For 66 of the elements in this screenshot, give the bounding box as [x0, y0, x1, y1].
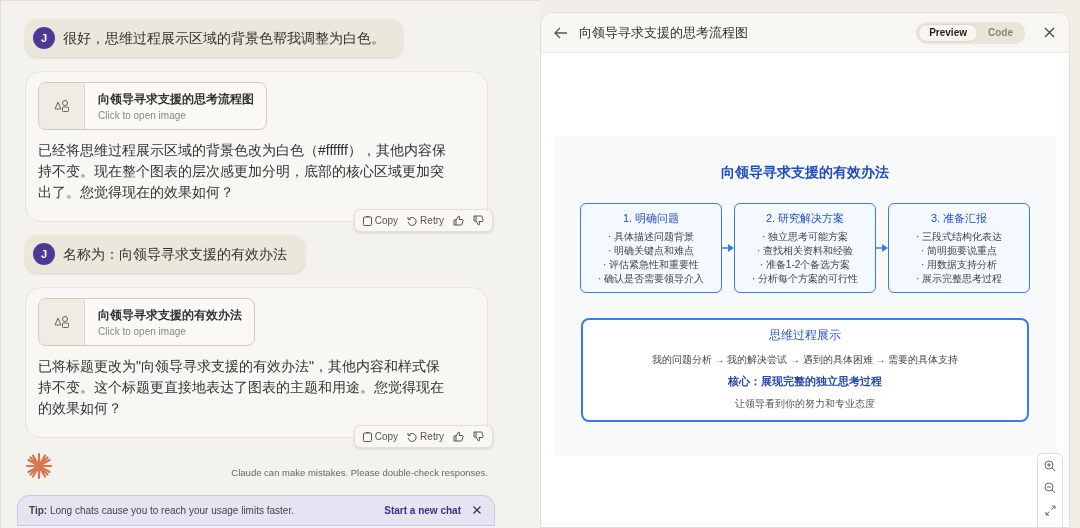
diagram-title: 向领导寻求支援的有效办法: [721, 163, 889, 182]
clipboard-icon: [362, 431, 372, 442]
back-arrow-icon: [554, 26, 568, 39]
image-attachment[interactable]: 向领导寻求支援的有效办法 Click to open image: [38, 298, 255, 346]
user-avatar: J: [33, 243, 55, 265]
image-attachment[interactable]: 向领导寻求支援的思考流程图 Click to open image: [38, 82, 267, 130]
step-bullet: · 准备1-2个备选方案: [759, 257, 851, 272]
zoom-in-button[interactable]: [1042, 458, 1058, 474]
step-bullet: · 独立思考可能方案: [761, 229, 849, 244]
step-bullet: · 评估紧急性和重要性: [602, 257, 700, 272]
fullscreen-button[interactable]: [1042, 502, 1058, 518]
copy-button[interactable]: Copy: [362, 213, 399, 228]
view-tab[interactable]: Preview: [918, 23, 978, 42]
step-bullet: · 明确关键点和难点: [607, 243, 695, 258]
summary-note: 让领导看到你的努力和专业态度: [735, 396, 875, 411]
shapes-icon: [53, 314, 70, 330]
thumbs-up-icon: [453, 431, 464, 442]
thumbs-up-button[interactable]: [453, 431, 464, 442]
step-title: 3. 准备汇报: [930, 211, 988, 226]
start-new-chat-link[interactable]: Start a new chat: [384, 503, 461, 518]
retry-button[interactable]: Retry: [407, 429, 444, 444]
step-bullet: · 三段式结构化表达: [915, 229, 1003, 244]
zoom-out-button[interactable]: [1042, 480, 1058, 496]
step-bullet: · 具体描述问题背景: [607, 229, 695, 244]
step-bullet: · 查找相关资料和经验: [756, 243, 854, 258]
retry-icon: [407, 215, 418, 226]
close-icon: [1043, 27, 1055, 38]
summary-title: 思维过程展示: [769, 327, 841, 344]
attachment-title: 向领导寻求支援的有效办法: [98, 306, 242, 324]
thumbs-up-button[interactable]: [453, 215, 464, 226]
expand-icon: [1044, 504, 1056, 516]
step-bullet: · 用数据支持分析: [920, 257, 998, 272]
attachment-subtitle: Click to open image: [98, 108, 187, 123]
artifact-title: 向领导寻求支援的思考流程图: [579, 23, 749, 42]
retry-icon: [407, 431, 418, 442]
summary-core: 核心：展现完整的独立思考过程: [728, 374, 882, 389]
thumbs-down-icon: [473, 215, 484, 226]
shapes-icon: [53, 98, 70, 114]
attachment-title: 向领导寻求支援的思考流程图: [98, 90, 254, 108]
step-bullet: · 分析每个方案的可行性: [751, 271, 859, 286]
clipboard-icon: [362, 215, 372, 226]
attachment-subtitle: Click to open image: [98, 324, 187, 339]
tip-text: Tip: Long chats cause you to reach your usage limits faster.: [29, 504, 295, 518]
zoom-out-icon: [1044, 482, 1056, 494]
starburst-logo-icon: [25, 452, 53, 480]
step-title: 1. 明确问题: [622, 211, 680, 226]
close-icon: [473, 505, 481, 514]
user-avatar: J: [33, 27, 55, 49]
message-text: 很好，思维过程展示区域的背景色帮我调整为白色。: [63, 28, 385, 48]
step-bullet: · 确认是否需要领导介入: [597, 271, 705, 286]
message-text: 已经将思维过程展示区域的背景色改为白色（#ffffff），其他内容保持不变。现在整个图表的层次感更加分明，底部的核心区域更加突出了。您觉得现在的效果如何？: [38, 141, 447, 202]
thumbs-down-button[interactable]: [473, 431, 484, 442]
disclaimer-text: Claude can make mistakes. Please double-check responses.: [231, 465, 488, 480]
step-bullet: · 展示完整思考过程: [915, 271, 1003, 286]
thumbs-up-icon: [453, 215, 464, 226]
thumbs-down-icon: [473, 431, 484, 442]
retry-button[interactable]: Retry: [407, 213, 444, 228]
close-button[interactable]: [473, 505, 483, 516]
step-bullet: · 简明扼要说重点: [920, 243, 998, 258]
thumbs-down-button[interactable]: [473, 215, 484, 226]
zoom-in-icon: [1044, 460, 1056, 472]
message-text: 已将标题更改为"向领导寻求支援的有效办法"，其他内容和样式保持不变。这个标题更直接地表达了图表的主题和用途。您觉得现在的效果如何？: [38, 357, 445, 418]
message-text: 名称为：向领导寻求支援的有效办法: [63, 244, 287, 264]
summary-flow: 我的问题分析 → 我的解决尝试 → 遇到的具体困难 → 需要的具体支持: [651, 353, 959, 367]
copy-button[interactable]: Copy: [362, 429, 399, 444]
step-title: 2. 研究解决方案: [765, 211, 845, 226]
